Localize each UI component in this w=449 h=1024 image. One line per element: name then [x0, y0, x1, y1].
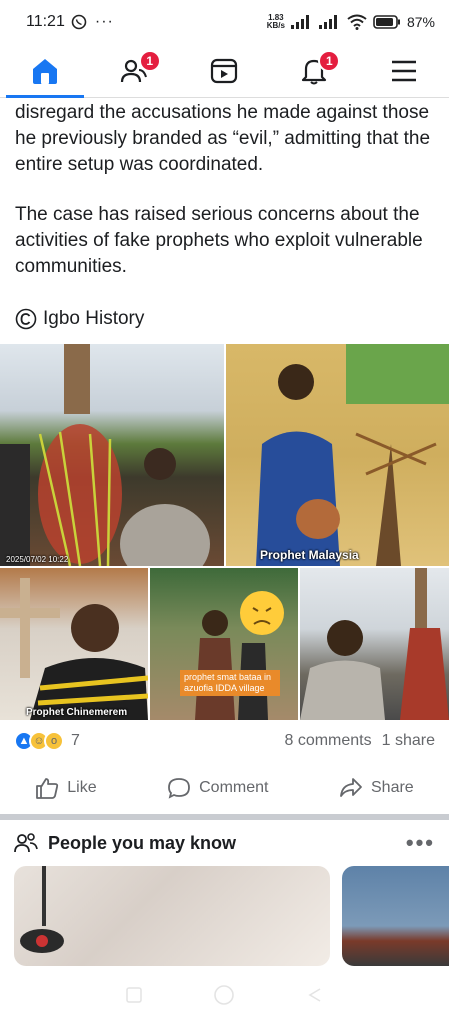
- nav-menu-tab[interactable]: [359, 44, 449, 97]
- share-icon: [340, 778, 362, 797]
- nav-notifications-tab[interactable]: 1: [269, 44, 359, 97]
- recents-button-icon[interactable]: [125, 986, 143, 1004]
- photo-5-scene: [300, 568, 449, 720]
- post-photo-grid[interactable]: 2025/07/02 10:22 Prophet Malaysia Prophe…: [0, 344, 449, 720]
- photo-5[interactable]: [300, 568, 449, 720]
- copyright-icon: [15, 308, 37, 330]
- thumbs-up-icon: [36, 778, 59, 799]
- reaction-count: 7: [71, 732, 80, 749]
- speed-unit: KB/s: [266, 21, 285, 30]
- nav-video-tab[interactable]: [180, 44, 270, 97]
- battery-icon: [373, 15, 400, 29]
- back-button-icon[interactable]: [306, 986, 324, 1004]
- pymk-card-1[interactable]: [14, 866, 330, 966]
- nav-friends-tab[interactable]: 1: [90, 44, 180, 97]
- post-body: disregard the accusations he made agains…: [15, 100, 435, 304]
- menu-icon: [392, 60, 417, 81]
- pymk-card-1-photo: [20, 866, 64, 953]
- photo-4[interactable]: prophet smat bataa in azuofia IDDA villa…: [150, 568, 298, 720]
- friends-badge: 1: [138, 50, 161, 72]
- comments-count-link[interactable]: 8 comments: [284, 732, 371, 750]
- more-notifications-icon: ···: [94, 13, 114, 30]
- pymk-title: People you may know: [48, 832, 237, 853]
- photo-2[interactable]: Prophet Malaysia: [226, 344, 449, 566]
- people-icon: [14, 833, 38, 853]
- post-actions: Like Comment Share: [0, 768, 449, 808]
- whatsapp-icon: [71, 14, 87, 30]
- photo-4-scene: [195, 591, 284, 720]
- status-bar: 11:21 ··· 1.83 KB/s 87%: [0, 0, 449, 44]
- system-navigation-bar: [0, 966, 449, 1024]
- notifications-badge: 1: [318, 50, 341, 72]
- pymk-header: People you may know •••: [14, 830, 435, 856]
- signal-icon: [290, 15, 309, 29]
- shares-count-link[interactable]: 1 share: [382, 732, 435, 750]
- wow-reaction-icon: o: [44, 731, 64, 751]
- comment-icon: [168, 778, 191, 799]
- post-paragraph: The case has raised serious concerns abo…: [15, 204, 423, 277]
- photo-3-scene: [0, 578, 148, 720]
- pymk-card-2[interactable]: [342, 866, 449, 966]
- comment-label: Comment: [199, 779, 269, 796]
- feed-divider: [0, 814, 449, 820]
- post-source[interactable]: Igbo History: [15, 308, 144, 330]
- status-time: 11:21: [26, 13, 65, 30]
- battery-level: 87%: [406, 14, 435, 30]
- home-icon: [32, 58, 57, 84]
- reaction-icons: ▲ ☺ o: [14, 731, 64, 751]
- photo-2-scene: [256, 344, 449, 566]
- video-icon: [211, 58, 238, 83]
- photo-1-scene: [0, 344, 210, 566]
- photo-3[interactable]: Prophet Chinemerem: [0, 568, 148, 720]
- photo-2-caption: Prophet Malaysia: [260, 548, 359, 562]
- signal-icon-2: [318, 15, 337, 29]
- like-button[interactable]: Like: [35, 768, 97, 808]
- share-button[interactable]: Share: [339, 768, 414, 808]
- source-name: Igbo History: [43, 308, 145, 329]
- top-navigation: 1 1: [0, 44, 449, 98]
- comment-button[interactable]: Comment: [167, 768, 268, 808]
- photo-1-timestamp: 2025/07/02 10:22: [6, 555, 69, 564]
- photo-4-caption: prophet smat bataa in azuofia IDDA villa…: [180, 670, 280, 696]
- reactions-summary[interactable]: ▲ ☺ o 7 8 comments 1 share: [14, 728, 435, 754]
- nav-home-tab[interactable]: [0, 44, 90, 98]
- post-paragraph: disregard the accusations he made agains…: [15, 102, 431, 175]
- home-button-icon[interactable]: [213, 984, 235, 1006]
- like-label: Like: [67, 779, 97, 796]
- more-options-icon[interactable]: •••: [406, 830, 435, 856]
- wifi-icon: [347, 14, 367, 30]
- photo-3-caption: Prophet Chinemerem: [26, 707, 128, 718]
- photo-1[interactable]: 2025/07/02 10:22: [0, 344, 224, 566]
- network-speed: 1.83 KB/s: [267, 14, 285, 30]
- share-label: Share: [371, 779, 414, 796]
